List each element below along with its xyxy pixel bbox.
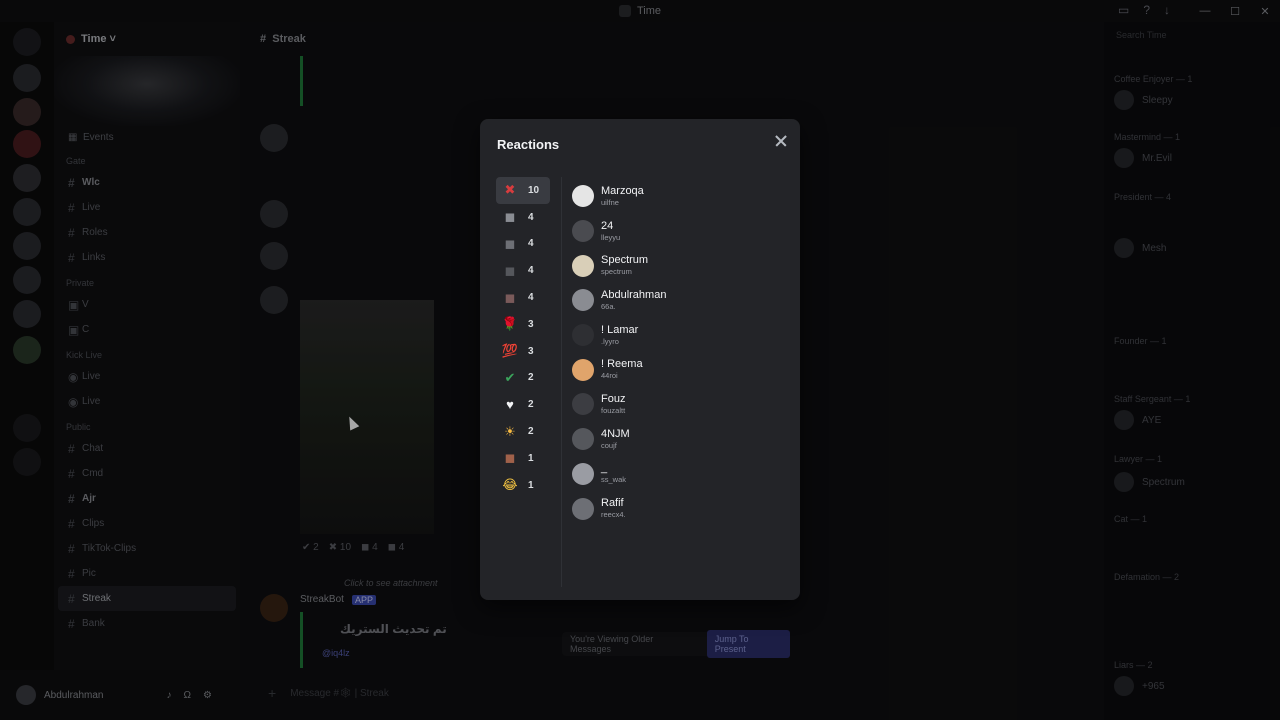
reactor-item[interactable]: ! Reema 44roi bbox=[570, 352, 790, 387]
reactor-handle: coujf bbox=[601, 440, 617, 450]
reaction-emoji-icon: ☀ bbox=[504, 423, 516, 439]
reactor-item[interactable]: ! Lamar .lyyro bbox=[570, 318, 790, 353]
reaction-emoji-item[interactable]: ✖ 10 bbox=[496, 177, 550, 204]
reactor-handle: ss_wak bbox=[601, 475, 627, 485]
reactor-text: _ ss_wak bbox=[601, 462, 626, 485]
reaction-emoji-item[interactable]: 💯 3 bbox=[496, 338, 550, 365]
reaction-count: 1 bbox=[528, 479, 534, 491]
reactor-name: 24 bbox=[601, 219, 614, 232]
avatar bbox=[572, 393, 594, 416]
reaction-emoji-icon: ◼ bbox=[504, 209, 516, 225]
reactor-item[interactable]: Abdulrahman 66a. bbox=[570, 283, 790, 318]
reaction-emoji-item[interactable]: ◼ 1 bbox=[496, 445, 550, 472]
reactor-name: Abdulrahman bbox=[601, 288, 667, 301]
reaction-emoji-icon: ◼ bbox=[504, 235, 516, 251]
avatar bbox=[572, 324, 594, 347]
reaction-emoji-icon: 💯 bbox=[501, 343, 519, 359]
reactor-handle: spectrum bbox=[601, 267, 632, 277]
reaction-count: 4 bbox=[528, 238, 534, 250]
reactor-handle: lleyyu bbox=[601, 232, 621, 242]
reaction-emoji-icon: ✔ bbox=[504, 369, 516, 385]
reaction-emoji-icon: 😂 bbox=[502, 477, 518, 493]
reactor-item[interactable]: 4NJM coujf bbox=[570, 422, 790, 457]
reaction-emoji-item[interactable]: ◼ 4 bbox=[496, 284, 550, 311]
reactor-name: _ bbox=[601, 462, 608, 475]
reactor-name: ! Lamar bbox=[601, 323, 639, 336]
reactor-item[interactable]: Rafif reecx4. bbox=[570, 491, 790, 526]
reaction-emoji-item[interactable]: ✔ 2 bbox=[496, 365, 550, 392]
reactor-name: Fouz bbox=[601, 392, 626, 405]
reactor-item[interactable]: 24 lleyyu bbox=[570, 214, 790, 249]
reactor-name: Rafif bbox=[601, 497, 624, 510]
modal-title: Reactions bbox=[497, 137, 560, 152]
reactor-text: 4NJM coujf bbox=[601, 428, 630, 451]
avatar bbox=[572, 497, 594, 520]
reactor-item[interactable]: Marzoqa uilfne bbox=[570, 179, 790, 214]
reactor-handle: reecx4. bbox=[601, 510, 626, 520]
reaction-count: 2 bbox=[528, 372, 534, 384]
reaction-count: 2 bbox=[528, 399, 534, 411]
reaction-count: 3 bbox=[528, 318, 534, 330]
reactor-name: 4NJM bbox=[601, 427, 630, 440]
reaction-emoji-item[interactable]: ◼ 4 bbox=[496, 204, 550, 231]
reactor-text: Marzoqa uilfne bbox=[601, 185, 644, 208]
reaction-count: 3 bbox=[528, 345, 534, 357]
reaction-emoji-icon: ◼ bbox=[504, 289, 516, 305]
emoji-list: ✖ 10 ◼ 4 ◼ 4 ◼ 4 ◼ 4 🌹 3 💯 3 ✔ 2 ♥ 2 ☀ 2 ◼ 1 😂 1 bbox=[496, 177, 562, 587]
avatar bbox=[572, 185, 594, 208]
reactor-text: Spectrum spectrum bbox=[601, 254, 648, 277]
reaction-emoji-icon: 🌹 bbox=[501, 316, 519, 332]
reactor-name: ! Reema bbox=[601, 358, 643, 371]
avatar bbox=[572, 462, 594, 485]
reaction-emoji-item[interactable]: ◼ 4 bbox=[496, 231, 550, 258]
reaction-emoji-icon: ◼ bbox=[504, 450, 516, 466]
reaction-count: 4 bbox=[528, 211, 534, 223]
close-icon[interactable] bbox=[770, 130, 792, 152]
reactor-handle: uilfne bbox=[601, 197, 619, 207]
reaction-emoji-icon: ◼ bbox=[504, 262, 516, 278]
avatar bbox=[572, 254, 594, 277]
reactor-item[interactable]: Spectrum spectrum bbox=[570, 248, 790, 283]
avatar bbox=[572, 220, 594, 243]
reactor-text: ! Reema 44roi bbox=[601, 358, 643, 381]
reaction-count: 10 bbox=[528, 184, 540, 196]
reaction-count: 1 bbox=[528, 452, 534, 464]
reactor-item[interactable]: _ ss_wak bbox=[570, 457, 790, 492]
reactor-list: Marzoqa uilfne 24 lleyyu Spectrum spectrum Abd… bbox=[570, 179, 790, 526]
reactor-handle: 44roi bbox=[601, 371, 618, 381]
reactor-text: 24 lleyyu bbox=[601, 220, 620, 243]
reaction-emoji-item[interactable]: 😂 1 bbox=[496, 472, 550, 499]
reaction-emoji-icon: ♥ bbox=[506, 397, 514, 413]
avatar bbox=[572, 358, 594, 381]
reactor-handle: 66a. bbox=[601, 301, 616, 311]
reaction-emoji-item[interactable]: ♥ 2 bbox=[496, 391, 550, 418]
reaction-count: 4 bbox=[528, 292, 534, 304]
reactor-text: Rafif reecx4. bbox=[601, 497, 626, 520]
reactor-text: ! Lamar .lyyro bbox=[601, 324, 638, 347]
reactor-name: Marzoqa bbox=[601, 184, 644, 197]
reaction-count: 4 bbox=[528, 265, 534, 277]
reactor-text: Fouz fouzaltt bbox=[601, 393, 625, 416]
reaction-emoji-item[interactable]: ☀ 2 bbox=[496, 418, 550, 445]
reactor-text: Abdulrahman 66a. bbox=[601, 289, 666, 312]
reactions-modal: Reactions ✖ 10 ◼ 4 ◼ 4 ◼ 4 ◼ 4 🌹 3 💯 3 ✔ 2 ♥ 2 ☀ 2 ◼ 1 😂 1 Marz… bbox=[480, 119, 800, 600]
avatar bbox=[572, 289, 594, 312]
reactor-handle: fouzaltt bbox=[601, 405, 626, 415]
reaction-count: 2 bbox=[528, 426, 534, 438]
reaction-emoji-item[interactable]: ◼ 4 bbox=[496, 257, 550, 284]
reaction-emoji-icon: ✖ bbox=[504, 182, 516, 198]
reactor-handle: .lyyro bbox=[601, 336, 619, 346]
avatar bbox=[572, 428, 594, 451]
reaction-emoji-item[interactable]: 🌹 3 bbox=[496, 311, 550, 338]
reactor-item[interactable]: Fouz fouzaltt bbox=[570, 387, 790, 422]
reactor-name: Spectrum bbox=[601, 254, 649, 267]
